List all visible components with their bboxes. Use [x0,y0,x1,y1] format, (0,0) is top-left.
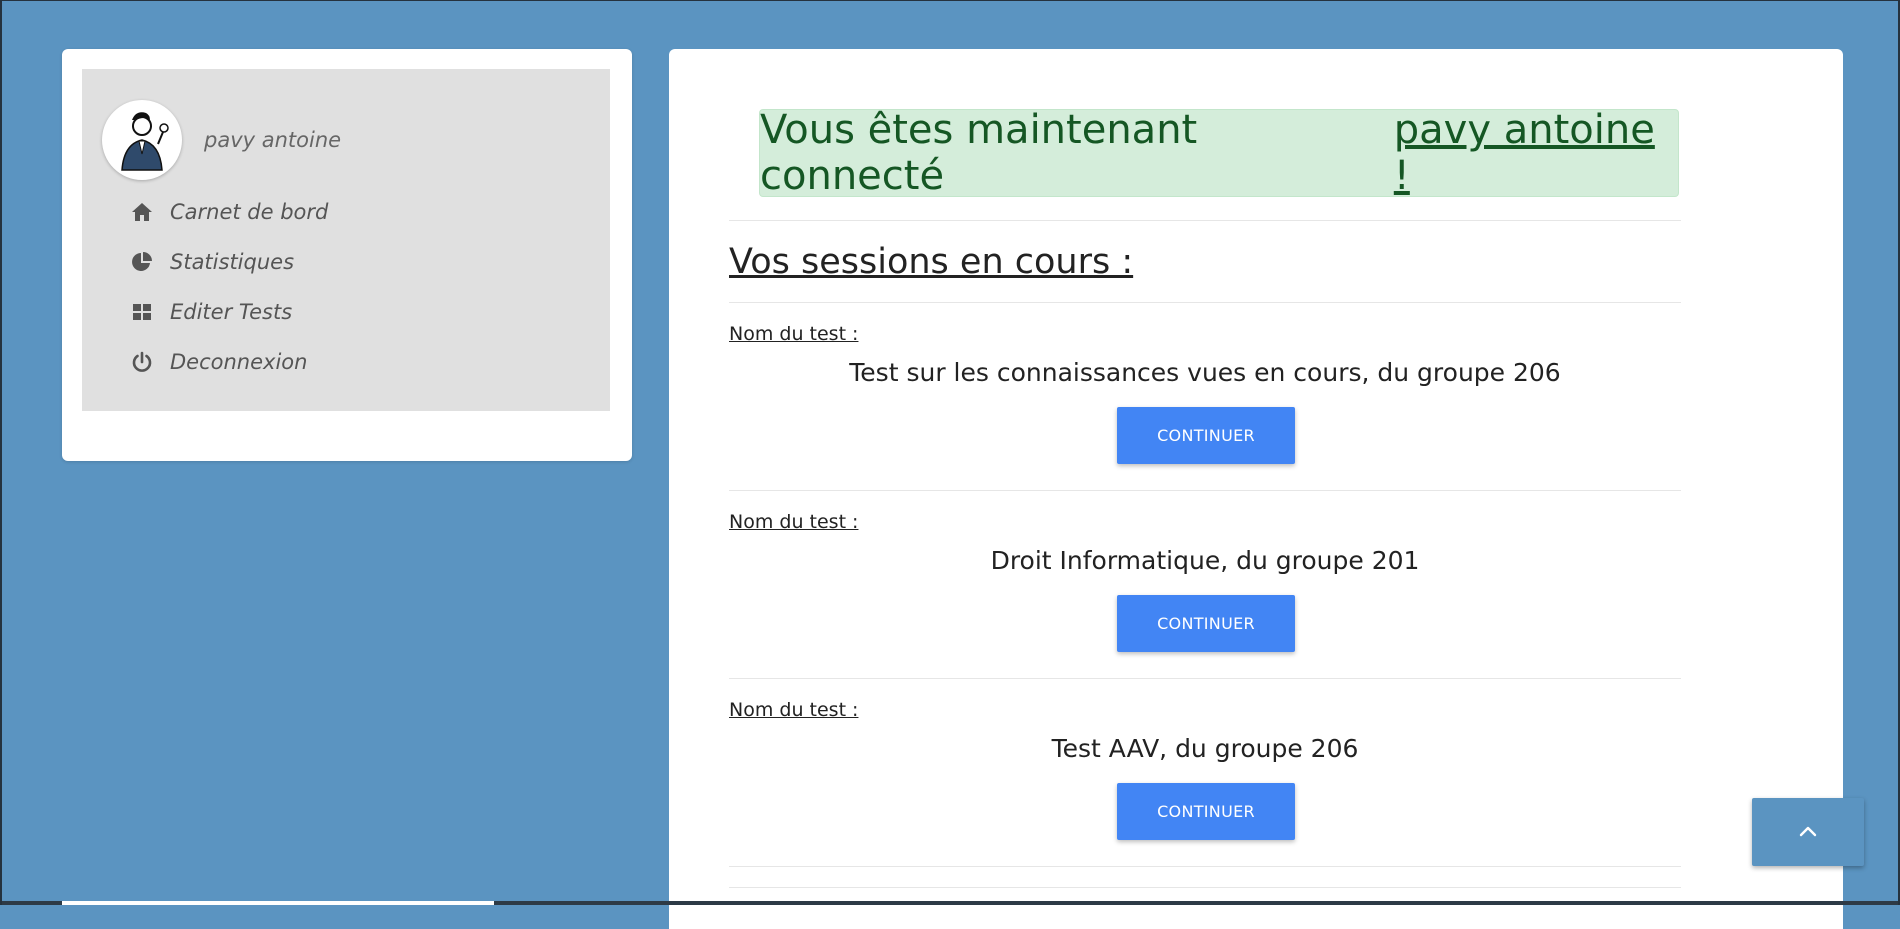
session-test-name: Droit Informatique, du groupe 201 [990,546,1420,575]
sidebar-item-carnet-de-bord[interactable]: Carnet de bord [130,187,328,237]
divider [729,220,1681,221]
divider [729,887,1681,888]
continue-button[interactable]: CONTINUER [1117,595,1295,652]
sidebar-item-statistiques[interactable]: Statistiques [130,237,328,287]
sidebar-panel: pavy antoine Carnet de bord Statistiques… [82,69,610,411]
alert-message: Vous êtes maintenant connecté [760,107,1198,199]
grid-icon [130,300,154,324]
session-label: Nom du test : [729,323,859,345]
bottom-strip-highlight [62,901,494,905]
sidebar-item-deconnexion[interactable]: Deconnexion [130,337,328,387]
power-icon [130,350,154,374]
sessions-title: Vos sessions en cours : [729,242,1134,282]
session-label: Nom du test : [729,511,859,533]
sidebar-card: pavy antoine Carnet de bord Statistiques… [62,49,632,461]
sidebar-item-label: Deconnexion [170,350,308,374]
continue-button[interactable]: CONTINUER [1117,783,1295,840]
main-content-card: Vous êtes maintenant connecté pavy antoi… [669,49,1843,929]
session-label: Nom du test : [729,699,859,721]
session-test-name: Test AAV, du groupe 206 [1051,734,1359,763]
scroll-to-top-button[interactable] [1752,798,1864,866]
divider [729,866,1681,867]
chevron-up-icon [1798,823,1818,842]
continue-button[interactable]: CONTINUER [1117,407,1295,464]
login-success-alert: Vous êtes maintenant connecté pavy antoi… [759,107,1679,199]
avatar [102,100,182,180]
user-name: pavy antoine [204,128,342,152]
sidebar-item-label: Statistiques [170,250,295,274]
session-item: Nom du test : Test AAV, du groupe 206 CO… [729,679,1681,867]
session-item: Nom du test : Droit Informatique, du gro… [729,491,1681,679]
session-item: Nom du test : Test sur les connaissances… [729,303,1681,491]
sidebar-item-editer-tests[interactable]: Editer Tests [130,287,328,337]
home-icon [130,200,154,224]
alert-user-link[interactable]: pavy antoine ! [1394,107,1678,199]
sidebar-item-label: Carnet de bord [170,200,329,224]
pie-chart-icon [130,250,154,274]
session-test-name: Test sur les connaissances vues en cours… [849,358,1561,387]
user-profile: pavy antoine [102,100,341,180]
sidebar-item-label: Editer Tests [170,300,293,324]
sidebar-nav: Carnet de bord Statistiques Editer Tests… [130,187,328,387]
